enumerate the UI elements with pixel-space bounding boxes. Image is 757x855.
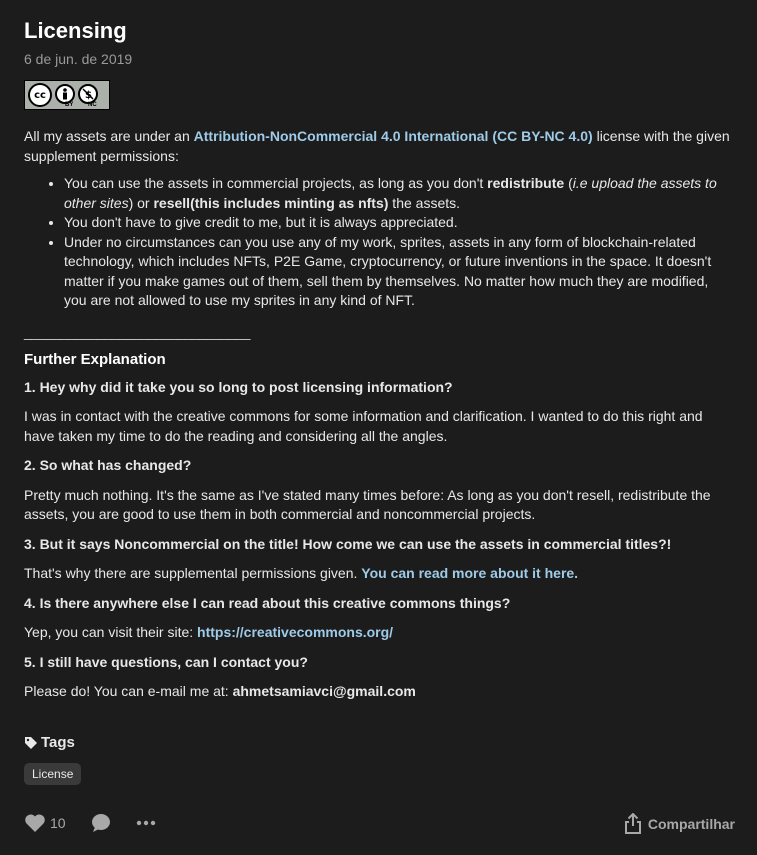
post-date: 6 de jun. de 2019 — [24, 51, 133, 67]
post-actions: 10 — [24, 812, 156, 834]
answer-1: I was in contact with the creative commo… — [24, 408, 703, 444]
question-4: 4. Is there anywhere else I can read abo… — [24, 594, 511, 611]
tag-icon — [24, 736, 38, 750]
comment-icon — [90, 812, 112, 834]
answer-2: Pretty much nothing. It's the same as I'… — [24, 486, 711, 523]
attribution-icon — [55, 84, 75, 104]
like-button[interactable]: 10 — [24, 813, 66, 833]
share-button[interactable]: Compartilhar — [624, 813, 735, 835]
heart-icon — [24, 813, 46, 833]
like-count: 10 — [50, 815, 66, 831]
further-heading: Further Explanation — [24, 351, 166, 368]
badge-by-label: BY — [65, 102, 74, 108]
creativecommons-link[interactable]: https://creativecommons.org/ — [197, 624, 393, 640]
license-link[interactable]: Attribution-NonCommercial 4.0 Internatio… — [194, 128, 593, 144]
list-item: Under no circumstances can you use any o… — [64, 233, 732, 311]
cc-license-badge[interactable]: cc $ BY NC — [24, 80, 110, 110]
noncommercial-icon: $ — [78, 84, 98, 104]
share-icon — [624, 813, 642, 835]
question-1: 1. Hey why did it take you so long to po… — [24, 378, 453, 395]
badge-nc-label: NC — [88, 102, 97, 108]
question-3: 3. But it says Noncommercial on the titl… — [24, 535, 672, 552]
tags-heading: Tags — [24, 734, 75, 751]
post: Licensing 6 de jun. de 2019 cc $ BY NC A… — [0, 0, 757, 855]
comment-button[interactable] — [90, 812, 112, 834]
answer-4: Yep, you can visit their site: https://c… — [24, 624, 394, 640]
divider: _______________________________ — [24, 323, 250, 340]
more-icon — [136, 820, 156, 826]
tag-license[interactable]: License — [24, 763, 82, 785]
more-button[interactable] — [136, 820, 156, 826]
list-item: You don't have to give credit to me, but… — [64, 213, 732, 233]
question-5: 5. I still have questions, can I contact… — [24, 653, 308, 670]
permission-list: You can use the assets in commercial pro… — [24, 174, 732, 311]
share-label: Compartilhar — [647, 816, 735, 832]
answer-5: Please do! You can e-mail me at: ahmetsa… — [24, 683, 416, 699]
cc-icon: cc — [28, 83, 52, 107]
read-more-link[interactable]: You can read more about it here. — [361, 565, 578, 581]
question-2: 2. So what has changed? — [24, 457, 192, 473]
list-item: You can use the assets in commercial pro… — [64, 174, 732, 213]
post-title: Licensing — [24, 18, 127, 43]
answer-3: That's why there are supplemental permis… — [24, 565, 579, 581]
email-address: ahmetsamiavci@gmail.com — [232, 683, 416, 699]
intro-paragraph: All my assets are under an Attribution-N… — [24, 128, 730, 164]
post-body: All my assets are under an Attribution-N… — [24, 127, 732, 712]
